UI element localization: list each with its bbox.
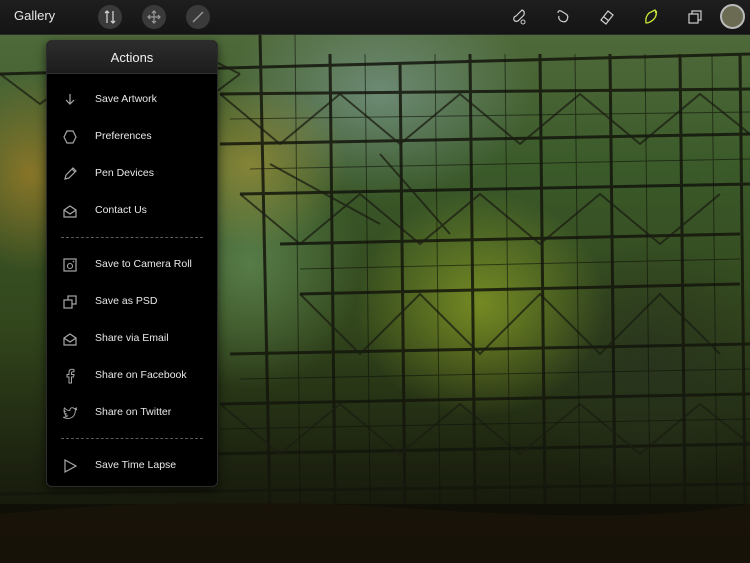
share-via-email-item[interactable]: Share via Email [47, 322, 217, 356]
eraser-icon[interactable] [597, 7, 617, 27]
pen-devices-label: Pen Devices [95, 167, 154, 179]
actions-popover: Actions Save Artwork Preferences Pen Dev… [46, 40, 218, 487]
move-selection-icon[interactable] [142, 5, 166, 29]
actions-title: Actions [47, 41, 217, 74]
layers-icon[interactable] [685, 7, 705, 27]
save-time-lapse-item[interactable]: Save Time Lapse [47, 449, 217, 483]
facebook-icon [61, 367, 79, 385]
pencil-icon [61, 165, 79, 183]
gallery-button[interactable]: Gallery [14, 8, 55, 23]
twitter-bird-icon [61, 404, 79, 422]
save-to-camera-roll-label: Save to Camera Roll [95, 258, 192, 270]
pen-devices-item[interactable]: Pen Devices [47, 157, 217, 191]
top-toolbar: Gallery [0, 0, 750, 35]
save-to-camera-roll-item[interactable]: Save to Camera Roll [47, 248, 217, 282]
menu-divider [61, 237, 203, 238]
hexagon-icon [61, 128, 79, 146]
color-swatch[interactable] [720, 4, 745, 29]
save-artwork-label: Save Artwork [95, 93, 157, 105]
share-on-twitter-item[interactable]: Share on Twitter [47, 396, 217, 430]
adjust-arrows-icon[interactable] [98, 5, 122, 29]
save-time-lapse-label: Save Time Lapse [95, 459, 177, 471]
share-via-email-label: Share via Email [95, 332, 169, 344]
contact-us-item[interactable]: Contact Us [47, 194, 217, 228]
play-triangle-icon [61, 457, 79, 475]
contact-us-label: Contact Us [95, 204, 147, 216]
smudge-icon[interactable] [553, 7, 573, 27]
save-artwork-item[interactable]: Save Artwork [47, 83, 217, 117]
transform-icon[interactable] [186, 5, 210, 29]
active-color-tool-icon[interactable] [641, 7, 661, 27]
save-as-psd-label: Save as PSD [95, 295, 158, 307]
download-arrow-icon [61, 91, 79, 109]
stacked-squares-icon [61, 293, 79, 311]
save-as-psd-item[interactable]: Save as PSD [47, 285, 217, 319]
menu-divider [61, 438, 203, 439]
share-on-twitter-label: Share on Twitter [95, 406, 172, 418]
preferences-item[interactable]: Preferences [47, 120, 217, 154]
envelope-open-icon [61, 202, 79, 220]
app-window: Gallery Actions Save Artwork Preferences… [0, 0, 750, 563]
envelope-open-icon [61, 330, 79, 348]
share-on-facebook-item[interactable]: Share on Facebook [47, 359, 217, 393]
share-on-facebook-label: Share on Facebook [95, 369, 187, 381]
brush-icon[interactable] [509, 7, 529, 27]
preferences-label: Preferences [95, 130, 152, 142]
camera-icon [61, 256, 79, 274]
